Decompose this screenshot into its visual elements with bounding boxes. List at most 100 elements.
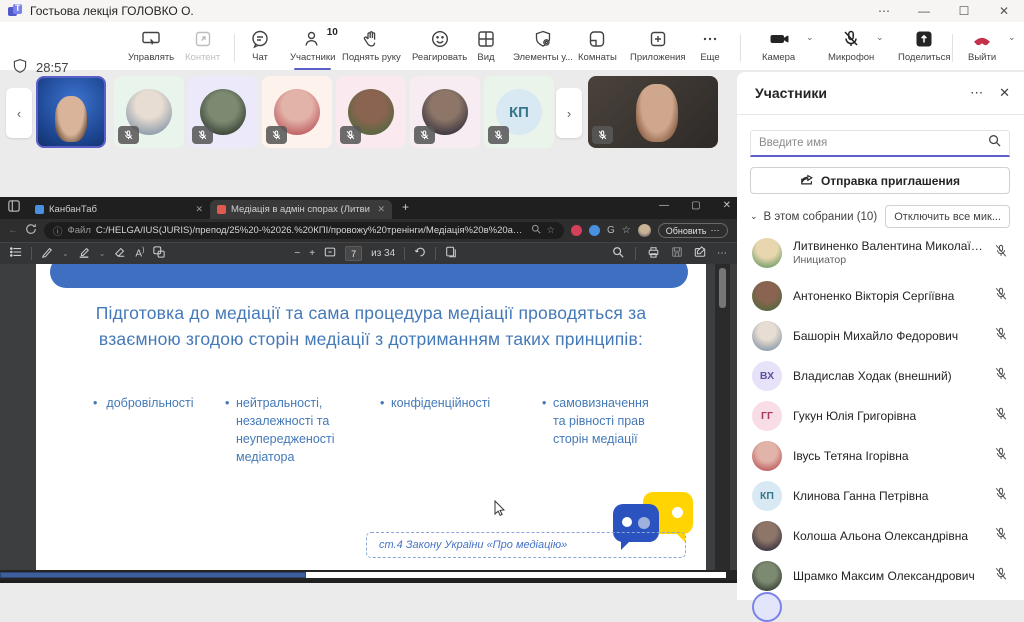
mic-chevron-icon[interactable]: ⌄: [876, 32, 884, 43]
video-tile-initials[interactable]: КП: [484, 76, 554, 148]
rooms-button[interactable]: Комнаты: [578, 29, 617, 67]
mic-muted-icon: [488, 126, 509, 144]
page-number-field[interactable]: 7: [345, 246, 362, 261]
favorites-bar-icon[interactable]: ☆: [622, 225, 631, 236]
extensions-puzzle-icon[interactable]: G: [607, 225, 615, 236]
speaker-video: [55, 96, 87, 142]
highlighter-chevron-icon[interactable]: ⌄: [99, 249, 106, 258]
video-tile[interactable]: [188, 76, 258, 148]
participant-search[interactable]: [750, 130, 1010, 157]
pdf-search-icon[interactable]: [612, 246, 624, 261]
panel-close-button[interactable]: ✕: [999, 85, 1010, 101]
video-tile-active-speaker[interactable]: [36, 76, 106, 148]
manage-button[interactable]: Управлять: [128, 29, 174, 67]
section-chevron-icon[interactable]: ⌄: [750, 211, 758, 222]
favorite-star-icon[interactable]: ☆: [546, 225, 555, 236]
browser-update-button[interactable]: Обновить ⋯: [658, 223, 728, 238]
toc-icon[interactable]: [10, 246, 22, 261]
profile-avatar[interactable]: [638, 224, 651, 237]
participants-button[interactable]: 10 Участники: [290, 29, 335, 67]
slide-heading: Підготовка до медіації та сама процедура…: [64, 300, 678, 353]
slide-bullet: нейтральності, незалежності та неупередж…: [236, 394, 364, 467]
mic-muted-icon: [994, 287, 1008, 306]
extension-icon[interactable]: [571, 225, 582, 236]
read-aloud-icon[interactable]: A): [135, 247, 144, 259]
view-button[interactable]: Вид: [476, 29, 496, 67]
mute-all-button[interactable]: Отключить все мик...: [885, 205, 1010, 228]
camera-button[interactable]: Камера: [762, 29, 795, 67]
leave-button[interactable]: Выйти: [968, 29, 996, 67]
react-button[interactable]: Реагировать: [412, 29, 467, 67]
strip-next-button[interactable]: ›: [556, 88, 582, 138]
video-tile[interactable]: [336, 76, 406, 148]
browser-close-button[interactable]: ✕: [723, 200, 731, 211]
participant-row[interactable]: Башорін Михайло Федорович: [737, 316, 1024, 356]
tab-close-icon[interactable]: ✕: [195, 204, 203, 215]
strip-prev-button[interactable]: ‹: [6, 88, 32, 138]
send-invite-button[interactable]: Отправка приглашения: [750, 167, 1010, 194]
window-minimize-button[interactable]: —: [904, 0, 944, 22]
rotate-icon[interactable]: [414, 246, 426, 261]
chat-button[interactable]: Чат: [250, 29, 270, 67]
browser-minimize-button[interactable]: —: [659, 200, 669, 211]
leave-chevron-icon[interactable]: ⌄: [1008, 32, 1016, 43]
eraser-icon[interactable]: [114, 246, 126, 261]
video-tile[interactable]: [114, 76, 184, 148]
new-tab-button[interactable]: +: [402, 200, 409, 214]
tab-close-icon[interactable]: ✕: [377, 204, 385, 215]
slide-citation: ст.4 Закону України «Про медіацію»: [366, 532, 686, 558]
url-field[interactable]: ⓘ Файл C:/HELGA/IUS(JURIS)/препод/25%20-…: [44, 222, 564, 239]
panel-more-button[interactable]: ⋯: [970, 85, 983, 101]
pdf-toolbar: ⌄ ⌄ A) − + 7 из 34: [0, 242, 737, 264]
edit-icon[interactable]: [694, 246, 706, 261]
participant-row[interactable]: ГГ Гукун Юлія Григорівна: [737, 396, 1024, 436]
participant-row[interactable]: Литвиненко Валентина Миколаївна Инициато…: [737, 230, 1024, 276]
window-more-button[interactable]: ⋯: [864, 0, 904, 22]
highlighter-icon[interactable]: [78, 246, 90, 261]
fit-page-icon[interactable]: [324, 246, 336, 261]
pdf-more-icon[interactable]: ⋯: [717, 248, 727, 259]
translate-icon[interactable]: [153, 246, 165, 261]
share-button[interactable]: Поделиться: [898, 29, 950, 67]
browser-maximize-button[interactable]: ▢: [691, 200, 700, 211]
hscroll-thumb[interactable]: [0, 572, 306, 578]
window-maximize-button[interactable]: ☐: [944, 0, 984, 22]
page-view-icon[interactable]: [445, 246, 457, 261]
content-button: Контент: [185, 29, 220, 67]
search-input[interactable]: [759, 137, 988, 149]
pen-tool-icon[interactable]: [41, 246, 53, 261]
raise-hand-button[interactable]: Поднять руку: [342, 29, 401, 67]
mic-button[interactable]: Микрофон: [828, 29, 874, 67]
print-icon[interactable]: [647, 246, 660, 261]
mic-muted-icon: [994, 244, 1008, 263]
participants-panel: Участники ⋯ ✕ Отправка приглашения ⌄ В э…: [737, 72, 1024, 600]
tab-layout-icon[interactable]: [8, 200, 20, 215]
pen-chevron-icon[interactable]: ⌄: [62, 249, 69, 258]
participant-row[interactable]: КП Клинова Ганна Петрівна: [737, 476, 1024, 516]
save-icon[interactable]: [671, 246, 683, 261]
browser-tab-kanban[interactable]: КанбанТаб ✕: [28, 200, 210, 219]
participant-row[interactable]: Колоша Альона Олександрівна: [737, 516, 1024, 556]
extension-icon[interactable]: [589, 225, 600, 236]
zoom-in-icon[interactable]: +: [309, 248, 315, 259]
video-tile[interactable]: [262, 76, 332, 148]
video-tile[interactable]: [410, 76, 480, 148]
more-button[interactable]: Еще: [700, 29, 720, 67]
video-tile-presenter[interactable]: [588, 76, 718, 148]
meeting-elements-button[interactable]: Элементы у...: [513, 29, 573, 67]
browser-tab-pdf[interactable]: Медіація в адмін спорах (Литви ✕: [210, 200, 392, 219]
participant-row[interactable]: Антоненко Вікторія Сергіївна: [737, 276, 1024, 316]
participant-row[interactable]: Івусь Тетяна Ігорівна: [737, 436, 1024, 476]
search-in-page-icon[interactable]: [531, 224, 541, 237]
participant-row[interactable]: Шрамко Максим Олександрович: [737, 556, 1024, 596]
initials-avatar: ВХ: [752, 361, 782, 391]
camera-chevron-icon[interactable]: ⌄: [806, 32, 814, 43]
apps-button[interactable]: Приложения: [630, 29, 686, 67]
participant-row[interactable]: ВХ Владислав Ходак (внешний): [737, 356, 1024, 396]
zoom-out-icon[interactable]: −: [294, 248, 300, 259]
back-icon[interactable]: ←: [8, 225, 18, 236]
pdf-vertical-scrollbar[interactable]: [715, 264, 730, 570]
refresh-icon[interactable]: [25, 223, 37, 238]
pdf-horizontal-scrollbar[interactable]: [0, 570, 737, 580]
window-close-button[interactable]: ✕: [984, 0, 1024, 22]
